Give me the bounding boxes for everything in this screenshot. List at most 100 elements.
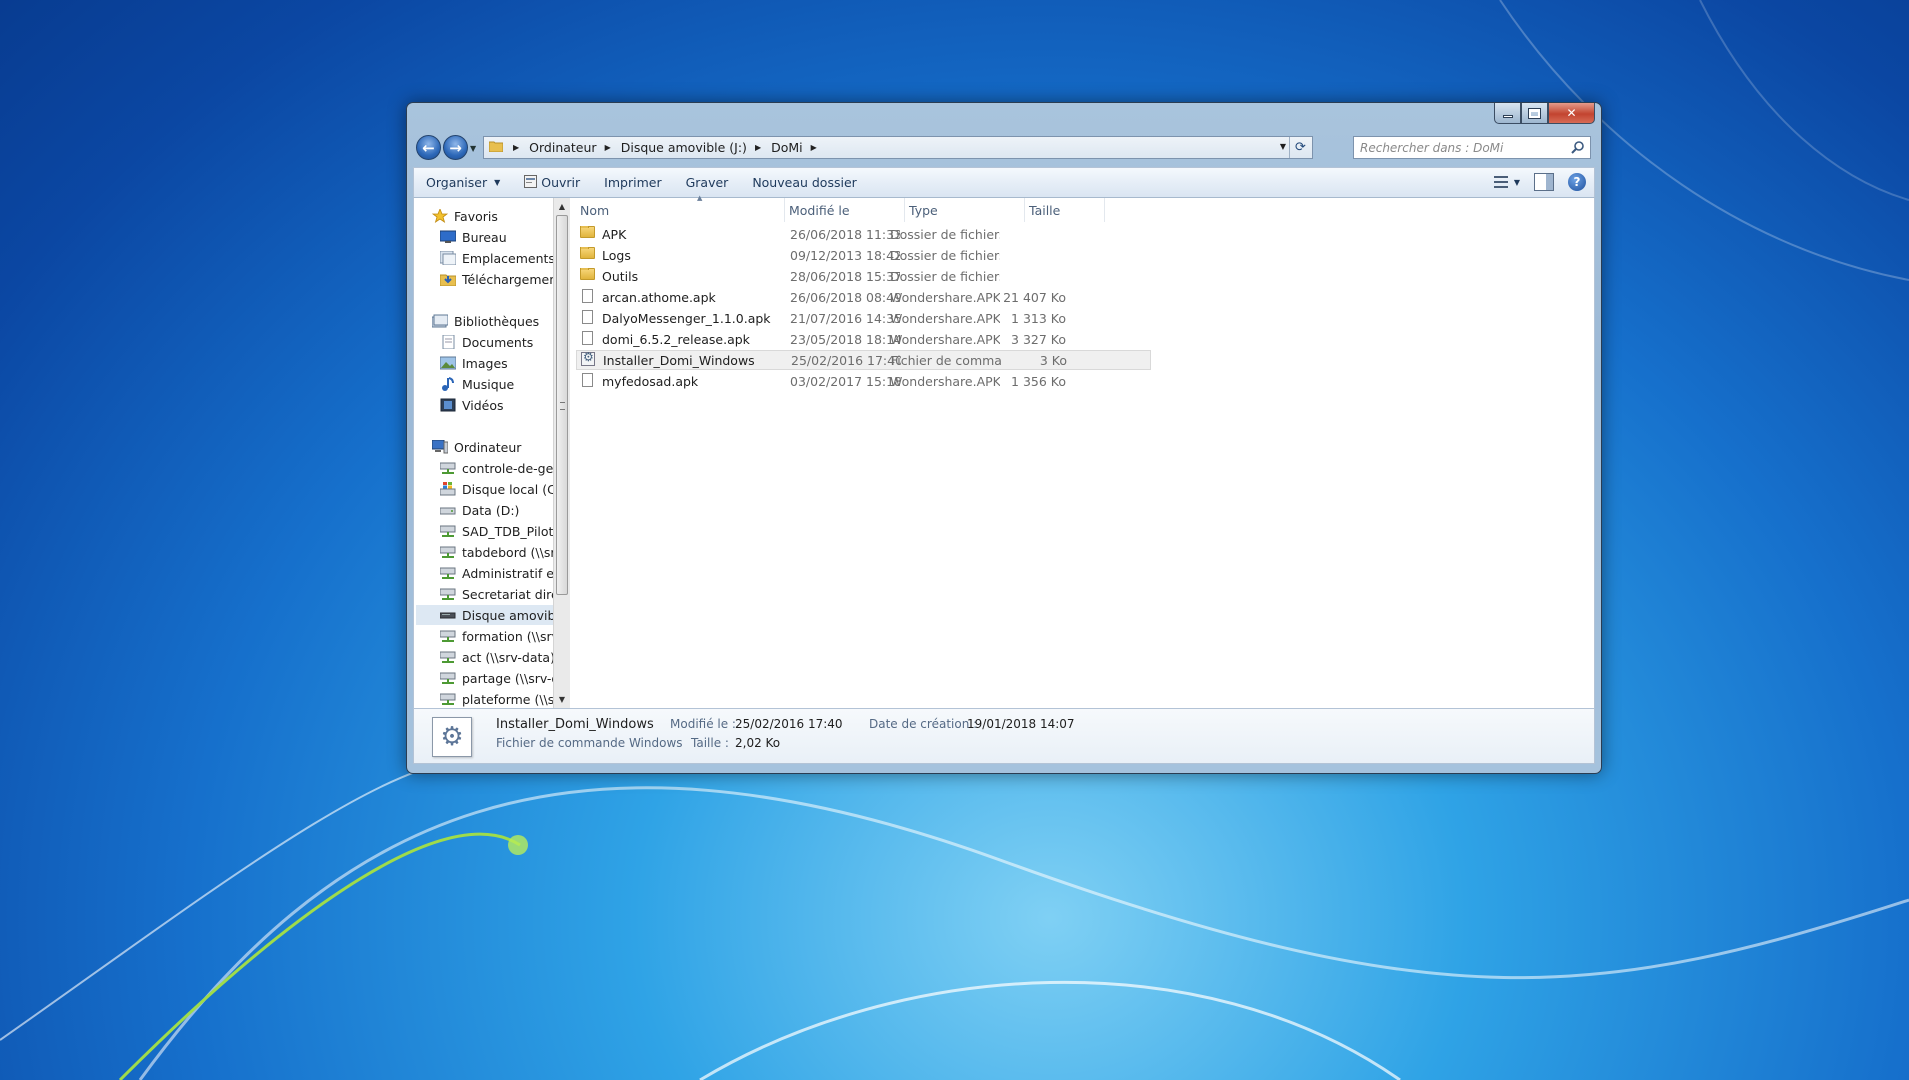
- explorer-window: ✕ ← → ▼ ▶ Ordinateur ▶ Disque amovible (…: [406, 102, 1602, 774]
- burn-button[interactable]: Graver: [674, 175, 741, 190]
- forward-button[interactable]: →: [443, 135, 468, 160]
- close-button[interactable]: ✕: [1548, 103, 1595, 124]
- print-button[interactable]: Imprimer: [592, 175, 673, 190]
- column-header-size[interactable]: Taille: [1025, 198, 1105, 222]
- scroll-thumb[interactable]: [556, 215, 568, 595]
- chevron-right-icon[interactable]: ▶: [605, 143, 611, 152]
- table-row[interactable]: DalyoMessenger_1.1.0.apk 21/07/2016 14:3…: [576, 308, 1151, 328]
- chevron-right-icon[interactable]: ▶: [513, 143, 519, 152]
- nav-drive-act[interactable]: act (\\srv-data) (I: [439, 647, 553, 667]
- breadcrumb-computer[interactable]: Ordinateur: [527, 140, 598, 155]
- nav-drive-controle-de-gest[interactable]: controle-de-gest: [439, 458, 553, 478]
- chevron-down-icon: ▼: [494, 178, 501, 187]
- nav-libraries-label: Bibliothèques: [454, 313, 540, 329]
- table-row[interactable]: domi_6.5.2_release.apk 23/05/2018 18:14 …: [576, 329, 1151, 349]
- file-modified: 23/05/2018 18:14: [790, 331, 900, 347]
- open-button[interactable]: Ouvrir: [512, 174, 592, 191]
- file-type: Fichier de comma...: [891, 352, 1001, 368]
- forward-arrow-icon: →: [449, 138, 462, 157]
- nav-libraries[interactable]: Bibliothèques: [431, 311, 540, 331]
- search-box[interactable]: Rechercher dans : DoMi: [1353, 136, 1591, 159]
- table-row[interactable]: Logs 09/12/2013 18:42 Dossier de fichier…: [576, 245, 1151, 265]
- table-row[interactable]: APK 26/06/2018 11:33 Dossier de fichiers: [576, 224, 1151, 244]
- recent-places-icon: [439, 250, 457, 266]
- search-icon[interactable]: [1571, 140, 1585, 157]
- nav-drive-tabdebord[interactable]: tabdebord (\\srv-: [439, 542, 553, 562]
- nav-drive-plateforme[interactable]: plateforme (\\srv: [439, 689, 553, 708]
- chevron-right-icon[interactable]: ▶: [811, 143, 817, 152]
- column-header-modified[interactable]: Modifié le: [785, 198, 905, 222]
- file-name-cell: DalyoMessenger_1.1.0.apk: [580, 310, 785, 326]
- organize-menu-button[interactable]: Organiser ▼: [414, 175, 512, 190]
- nav-recent-places-label: Emplacements ré: [462, 250, 553, 266]
- column-header-type[interactable]: Type: [905, 198, 1025, 222]
- file-modified: 26/06/2018 08:49: [790, 289, 900, 305]
- back-button[interactable]: ←: [416, 135, 441, 160]
- file-name: DalyoMessenger_1.1.0.apk: [602, 310, 771, 326]
- removable-drive-icon: [439, 608, 456, 622]
- table-row-selected[interactable]: Installer_Domi_Windows 25/02/2016 17:40 …: [576, 350, 1151, 370]
- table-row[interactable]: Outils 28/06/2018 15:37 Dossier de fichi…: [576, 266, 1151, 286]
- nav-drive-sad-tdb[interactable]: SAD_TDB_Pilotag: [439, 521, 553, 541]
- nav-desktop[interactable]: Bureau: [439, 227, 507, 247]
- nav-drive-formation[interactable]: formation (\\srv-: [439, 626, 553, 646]
- file-icon: [580, 331, 596, 347]
- documents-icon: [440, 334, 456, 350]
- nav-recent-places[interactable]: Emplacements ré: [439, 248, 553, 268]
- nav-computer-label: Ordinateur: [454, 439, 522, 455]
- file-modified: 09/12/2013 18:42: [790, 247, 900, 263]
- nav-videos[interactable]: Vidéos: [440, 395, 504, 415]
- file-type: Wondershare.APK...: [890, 331, 1000, 347]
- address-bar[interactable]: ▶ Ordinateur ▶ Disque amovible (J:) ▶ Do…: [483, 136, 1313, 159]
- preview-pane-toggle-icon[interactable]: [1534, 173, 1554, 191]
- nav-music[interactable]: Musique: [440, 374, 514, 394]
- details-view-icon: [1493, 176, 1508, 188]
- nav-images-label: Images: [462, 355, 508, 371]
- address-history-dropdown[interactable]: ▼: [1280, 142, 1286, 151]
- grip-icon: [560, 402, 565, 410]
- recent-pages-dropdown[interactable]: ▼: [470, 144, 476, 153]
- navigation-scrollbar[interactable]: ▲ ▼: [553, 198, 570, 708]
- help-icon[interactable]: ?: [1568, 173, 1586, 191]
- nav-drive-data-d[interactable]: Data (D:): [439, 500, 519, 520]
- file-name-cell: Installer_Domi_Windows: [581, 352, 786, 368]
- minimize-button[interactable]: [1494, 103, 1521, 124]
- nav-drive-label: Disque amovible: [462, 607, 553, 623]
- scroll-up-icon[interactable]: ▲: [554, 198, 570, 215]
- nav-drive-local-c[interactable]: Disque local (C:): [439, 479, 553, 499]
- nav-images[interactable]: Images: [439, 353, 508, 373]
- chevron-right-icon[interactable]: ▶: [755, 143, 761, 152]
- column-name-label: Nom: [580, 202, 610, 218]
- details-modified-value[interactable]: 25/02/2016 17:40: [735, 717, 843, 731]
- nav-computer[interactable]: Ordinateur: [431, 437, 522, 457]
- new-folder-button[interactable]: Nouveau dossier: [740, 175, 868, 190]
- nav-favorites[interactable]: Favoris: [431, 206, 498, 226]
- column-header-name[interactable]: Nom: [576, 198, 785, 222]
- nav-drive-removable[interactable]: Disque amovible: [416, 605, 553, 625]
- caption-buttons: ✕: [1494, 103, 1595, 124]
- file-name-cell: myfedosad.apk: [580, 373, 785, 389]
- search-placeholder: Rechercher dans : DoMi: [1360, 140, 1504, 155]
- nav-music-label: Musique: [462, 376, 515, 392]
- nav-drive-secretariat[interactable]: Secretariat direct: [439, 584, 553, 604]
- table-row[interactable]: arcan.athome.apk 26/06/2018 08:49 Wonder…: [576, 287, 1151, 307]
- nav-drive-administratif[interactable]: Administratif et f: [439, 563, 553, 583]
- scroll-down-icon[interactable]: ▼: [554, 691, 570, 708]
- nav-documents[interactable]: Documents: [440, 332, 533, 352]
- back-arrow-icon: ←: [422, 138, 435, 157]
- refresh-button[interactable]: ⟳: [1289, 137, 1311, 158]
- breadcrumb-removable-disk[interactable]: Disque amovible (J:): [619, 140, 749, 155]
- file-size: 1 313 Ko: [1011, 310, 1066, 326]
- nav-downloads[interactable]: Téléchargements: [439, 269, 553, 289]
- details-created-value[interactable]: 19/01/2018 14:07: [967, 717, 1075, 731]
- minimize-icon: [1502, 114, 1513, 118]
- libraries-icon: [431, 314, 449, 328]
- file-size: 3 327 Ko: [1011, 331, 1066, 347]
- table-row[interactable]: myfedosad.apk 03/02/2017 15:18 Wondersha…: [576, 371, 1151, 391]
- breadcrumb-domi[interactable]: DoMi: [769, 140, 805, 155]
- nav-drive-label: tabdebord (\\srv-: [462, 544, 553, 560]
- nav-drive-partage[interactable]: partage (\\srv-da: [439, 668, 553, 688]
- maximize-button[interactable]: [1521, 103, 1548, 124]
- nav-drive-label: formation (\\srv-: [462, 628, 553, 644]
- change-view-button[interactable]: ▼: [1493, 176, 1520, 188]
